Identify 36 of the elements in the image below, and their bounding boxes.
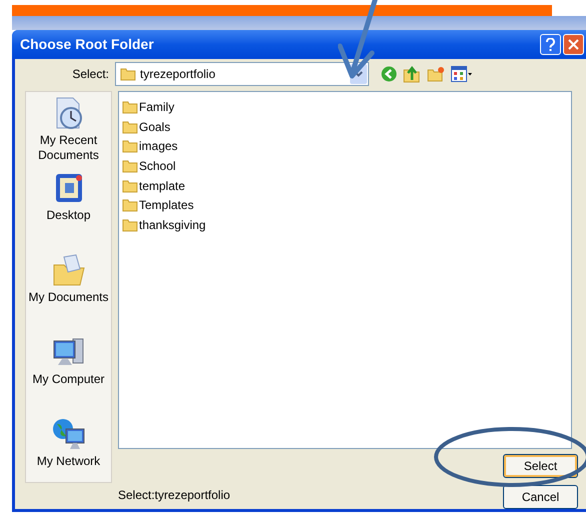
status-text: Select:tyrezeportfolio — [118, 487, 232, 504]
folder-icon — [122, 198, 138, 212]
folder-item[interactable]: images — [139, 137, 178, 156]
folder-item[interactable]: thanksgiving — [139, 216, 206, 234]
dialog-button[interactable]: Select — [503, 454, 578, 478]
window-title: Choose Root Folder — [20, 35, 155, 54]
dialog-button[interactable]: Cancel — [503, 485, 578, 509]
place-label[interactable]: My Documents — [28, 290, 109, 305]
help-icon — [545, 38, 556, 52]
place-label[interactable]: My Recent Documents — [26, 133, 111, 163]
folder-icon — [122, 158, 138, 173]
up-folder-icon[interactable] — [403, 64, 421, 82]
folder-icon — [120, 66, 136, 80]
folder-item[interactable]: Goals — [139, 118, 170, 136]
folder-item[interactable]: Templates — [139, 196, 194, 214]
help-button[interactable] — [540, 34, 561, 55]
view-menu-icon[interactable] — [451, 66, 473, 82]
folder-item[interactable]: Family — [139, 98, 174, 116]
folder-icon — [122, 178, 138, 193]
place-label[interactable]: My Computer — [32, 372, 105, 387]
place-label[interactable]: My Network — [36, 454, 100, 469]
new-folder-icon[interactable] — [427, 66, 445, 82]
folder-icon — [122, 120, 138, 134]
folder-icon — [122, 139, 138, 154]
location-dropdown[interactable]: tyrezeportfolio — [115, 62, 369, 86]
close-icon — [568, 39, 579, 50]
select-label: Select: — [71, 66, 110, 82]
folder-icon — [122, 100, 138, 114]
folder-item[interactable]: template — [139, 176, 186, 195]
network-computer-icon[interactable] — [52, 417, 86, 451]
folder-icon — [122, 218, 138, 232]
place-label[interactable]: Desktop — [46, 208, 91, 223]
folder-item[interactable]: School — [139, 156, 176, 175]
location-value: tyrezeportfolio — [140, 66, 216, 82]
close-button[interactable] — [563, 34, 584, 55]
folder-document-icon[interactable] — [52, 253, 86, 287]
